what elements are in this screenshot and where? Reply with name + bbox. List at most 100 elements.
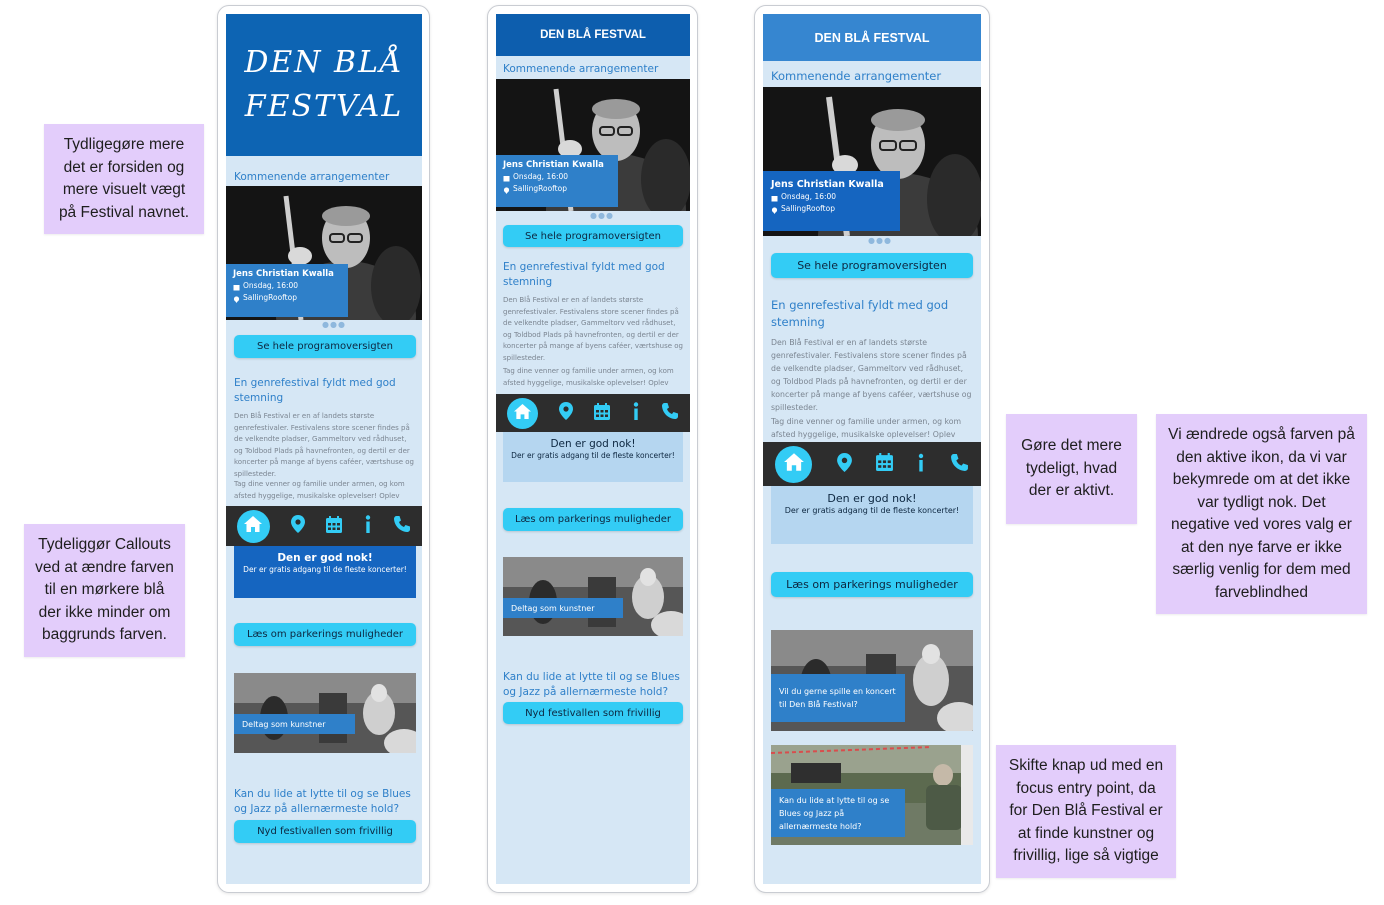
design-note: Skifte knap ud med en focus entry point,…	[996, 745, 1176, 878]
info-icon	[917, 453, 925, 476]
event-name: Jens Christian Kwalla	[233, 269, 334, 279]
event-info-card[interactable]: Jens Christian Kwalla Onsdag, 16:00 Sall…	[496, 155, 618, 207]
phone-icon	[393, 515, 411, 537]
event-date: Onsdag, 16:00	[513, 172, 569, 181]
intro-paragraph-2: Tag dine venner og familie under armen, …	[771, 417, 962, 439]
app-screen: DEN BLÅ FESTVAL Kommenende arrangementer…	[496, 14, 690, 884]
band-photo-image	[234, 673, 416, 753]
artist-label[interactable]: Deltag som kunstner	[234, 714, 355, 734]
carousel-dots[interactable]: ●●●	[868, 236, 892, 245]
nav-phone[interactable]	[661, 402, 679, 424]
parking-button[interactable]: Læs om parkerings muligheder	[771, 572, 973, 597]
free-entry-callout: Den er god nok! Der er gratis adgang til…	[503, 432, 683, 482]
festival-title: DEN BLÅ FESTVAL	[540, 29, 646, 41]
event-date: Onsdag, 16:00	[781, 192, 837, 201]
callout-subtitle: Der er gratis adgang til de fleste konce…	[243, 565, 407, 574]
free-entry-callout: Den er god nok! Der er gratis adgang til…	[771, 486, 973, 544]
location-icon	[836, 452, 852, 476]
band-photo-image	[503, 557, 683, 636]
callout-title: Den er god nok!	[277, 552, 373, 564]
section-title: Kommenende arrangementer	[503, 63, 659, 75]
event-place: SallingRooftop	[781, 204, 835, 213]
program-button[interactable]: Se hele programoversigten	[234, 335, 416, 358]
artist-photo[interactable]	[503, 557, 683, 636]
info-icon	[364, 515, 372, 537]
nav-location[interactable]	[836, 452, 852, 476]
nav-calendar[interactable]	[875, 453, 893, 475]
phone-icon	[661, 402, 679, 424]
nav-phone[interactable]	[393, 515, 411, 537]
home-icon	[513, 403, 532, 424]
nav-phone[interactable]	[950, 453, 969, 476]
calendar-icon	[326, 515, 343, 537]
festival-title: DEN BLÅ FESTVAL	[814, 30, 930, 45]
app-header: DEN BLÅ FESTVAL	[496, 14, 690, 56]
section-heading: En genrefestival fyldt med god stemning	[771, 298, 949, 329]
design-note: Tydeliggør Callouts ved at ændre farven …	[24, 524, 185, 657]
phone-frame-v2: DEN BLÅ FESTVAL Kommenende arrangementer…	[487, 5, 698, 893]
design-note: Tydligegøre mere det er forsiden og mere…	[44, 124, 204, 234]
bottom-nav	[226, 506, 422, 546]
artist-label[interactable]: Deltag som kunstner	[503, 598, 623, 618]
callout-title: Den er god nok!	[827, 492, 917, 505]
bottom-nav	[763, 442, 981, 486]
festival-title: DEN BLÅ	[244, 45, 404, 80]
intro-paragraph: Den Blå Festival er en af landets størst…	[771, 338, 972, 412]
phone-frame-v1: DEN BLÅ FESTVAL Kommenende arrangementer…	[217, 5, 430, 893]
calendar-icon	[503, 174, 510, 181]
calendar-icon	[233, 283, 240, 290]
event-place: SallingRooftop	[243, 293, 297, 302]
carousel-dots[interactable]: ●●●	[590, 211, 614, 220]
calendar-icon	[594, 402, 611, 424]
festival-title: FESTVAL	[244, 89, 404, 124]
nav-home[interactable]	[775, 445, 813, 483]
app-header: DEN BLÅ FESTVAL	[763, 14, 981, 61]
calendar-icon	[875, 453, 893, 475]
event-name: Jens Christian Kwalla	[503, 160, 604, 170]
volunteer-question: Kan du lide at lytte til og se Blues og …	[503, 671, 680, 698]
nav-info[interactable]	[917, 453, 925, 476]
info-icon	[632, 402, 640, 424]
event-info-card[interactable]: Jens Christian Kwalla Onsdag, 16:00 Sall…	[226, 264, 348, 317]
home-icon	[783, 452, 805, 476]
intro-paragraph-2: Tag dine venner og familie under armen, …	[234, 480, 405, 500]
nav-home[interactable]	[506, 397, 538, 429]
app-screen: DEN BLÅ FESTVAL Kommenende arrangementer…	[226, 14, 422, 884]
artist-entry-label[interactable]: Vil du gerne spille en koncert til Den B…	[771, 674, 905, 722]
intro-paragraph-2: Tag dine venner og familie under armen, …	[503, 367, 674, 387]
phone-icon	[950, 453, 969, 476]
nav-location[interactable]	[559, 402, 574, 424]
nav-location[interactable]	[291, 515, 306, 537]
intro-paragraph: Den Blå Festival er en af landets størst…	[234, 412, 414, 478]
carousel-dots[interactable]: ●●●	[322, 320, 346, 329]
event-place: SallingRooftop	[513, 184, 567, 193]
nav-info[interactable]	[632, 402, 640, 424]
design-note: Gøre det mere tydeligt, hvad der er akti…	[1006, 414, 1137, 524]
event-date: Onsdag, 16:00	[243, 281, 299, 290]
home-icon	[243, 515, 263, 537]
program-button[interactable]: Se hele programoversigten	[503, 225, 683, 247]
callout-subtitle: Der er gratis adgang til de fleste konce…	[784, 506, 960, 515]
nav-calendar[interactable]	[326, 515, 343, 537]
volunteer-button[interactable]: Nyd festivallen som frivillig	[503, 702, 683, 724]
callout-title: Den er god nok!	[550, 438, 636, 450]
calendar-icon	[771, 194, 778, 201]
volunteer-question: Kan du lide at lytte til og se Blues og …	[234, 788, 411, 815]
artist-photo[interactable]	[234, 673, 416, 753]
phone-frame-v3: DEN BLÅ FESTVAL Kommenende arrangementer…	[754, 5, 990, 893]
event-info-card[interactable]: Jens Christian Kwalla Onsdag, 16:00 Sall…	[763, 171, 900, 231]
section-heading: En genrefestival fyldt med god stemning	[503, 261, 665, 288]
volunteer-entry-label[interactable]: Kan du lide at lytte til og se Blues og …	[771, 789, 905, 837]
app-header: DEN BLÅ FESTVAL	[226, 14, 422, 156]
section-heading: En genrefestival fyldt med god stemning	[234, 377, 396, 404]
volunteer-button[interactable]: Nyd festivallen som frivillig	[234, 820, 416, 843]
nav-home[interactable]	[236, 509, 270, 543]
nav-info[interactable]	[364, 515, 372, 537]
program-button[interactable]: Se hele programoversigten	[771, 253, 973, 278]
parking-button[interactable]: Læs om parkerings muligheder	[503, 508, 683, 531]
callout-subtitle: Der er gratis adgang til de fleste konce…	[511, 451, 675, 460]
section-title: Kommenende arrangementer	[234, 171, 390, 183]
nav-calendar[interactable]	[594, 402, 611, 424]
location-icon	[291, 515, 306, 537]
parking-button[interactable]: Læs om parkerings muligheder	[234, 623, 416, 646]
